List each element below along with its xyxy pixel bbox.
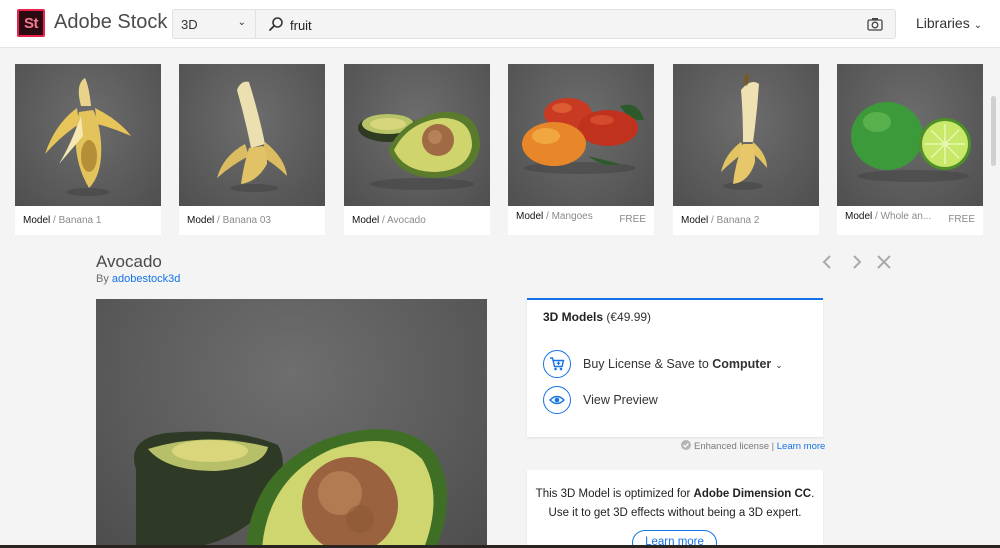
detail-author: By adobestock3d: [96, 273, 181, 285]
mangoes-image: [508, 64, 654, 206]
result-card[interactable]: Model / Banana 03: [179, 64, 325, 235]
limes-image: [837, 64, 983, 206]
license-title: 3D Models (€49.99): [543, 310, 652, 324]
asset-type-dropdown[interactable]: 3D ⌄: [172, 9, 256, 39]
license-panel: 3D Models (€49.99) Buy License & Save to…: [527, 298, 823, 437]
result-card[interactable]: Model / Banana 1: [15, 64, 161, 235]
result-caption: Model / Whole an...: [845, 211, 932, 222]
free-badge: FREE: [948, 214, 975, 225]
camera-icon[interactable]: [867, 17, 883, 31]
top-header: St Adobe Stock 3D ⌄ Libraries⌄: [0, 0, 1000, 48]
chevron-down-icon: ⌄: [237, 17, 246, 28]
result-caption: Model / Banana 2: [681, 215, 760, 226]
result-caption: Model / Banana 03: [187, 215, 271, 226]
result-caption: Model / Banana 1: [23, 215, 102, 226]
close-icon[interactable]: [875, 253, 893, 271]
avocado-image: [344, 64, 490, 206]
chevron-left-icon[interactable]: [819, 253, 837, 271]
license-price: (€49.99): [603, 310, 652, 324]
result-caption: Model / Avocado: [352, 215, 426, 226]
search-results-strip: Model / Banana 1 Model / Banana 03 Model…: [15, 64, 1000, 236]
dimension-promo: This 3D Model is optimized for Adobe Dim…: [527, 470, 823, 548]
view-preview-label: View Preview: [583, 393, 658, 407]
eye-icon: [543, 386, 571, 414]
free-badge: FREE: [619, 214, 646, 225]
detail-title: Avocado: [96, 252, 162, 271]
chevron-right-icon[interactable]: [847, 253, 865, 271]
chevron-down-icon: ⌄: [973, 20, 983, 31]
search-bar: [256, 9, 896, 39]
banana-peeled-image: [179, 64, 325, 206]
banana-peeled-image: [15, 64, 161, 206]
search-icon: [269, 17, 283, 31]
result-caption: Model / Mangoes: [516, 211, 593, 222]
author-link[interactable]: adobestock3d: [112, 273, 181, 285]
result-card[interactable]: Model / Banana 2: [673, 64, 819, 235]
enhanced-learn-more-link[interactable]: Learn more: [777, 441, 826, 452]
buy-license-label: Buy License & Save to: [583, 357, 713, 371]
result-card[interactable]: Model / Avocado: [344, 64, 490, 235]
chevron-down-icon: ⌄: [775, 360, 783, 370]
libraries-label: Libraries: [916, 15, 970, 31]
promo-line-1: This 3D Model is optimized for Adobe Dim…: [535, 488, 815, 500]
cart-icon: [543, 350, 571, 378]
check-circle-icon: [681, 440, 691, 450]
libraries-menu[interactable]: Libraries ⌄: [916, 15, 982, 31]
save-target: Computer: [712, 357, 772, 371]
result-card[interactable]: Model / Mangoes FREE: [508, 64, 654, 235]
asset-type-value: 3D: [181, 17, 198, 32]
scrollbar-thumb[interactable]: [991, 96, 996, 166]
brand-name[interactable]: Adobe Stock: [54, 11, 167, 34]
enhanced-license-note: Enhanced license | Learn more: [681, 440, 825, 452]
view-preview-button[interactable]: View Preview: [543, 386, 813, 416]
search-input[interactable]: [290, 15, 850, 35]
result-card[interactable]: Model / Whole an... FREE: [837, 64, 983, 235]
banana-peeled-image: [673, 64, 819, 206]
adobe-stock-logo[interactable]: St: [17, 9, 45, 37]
promo-line-2: Use it to get 3D effects without being a…: [548, 507, 802, 519]
avocado-preview-image[interactable]: [96, 299, 487, 548]
buy-license-button[interactable]: Buy License & Save to Computer ⌄: [543, 350, 813, 380]
